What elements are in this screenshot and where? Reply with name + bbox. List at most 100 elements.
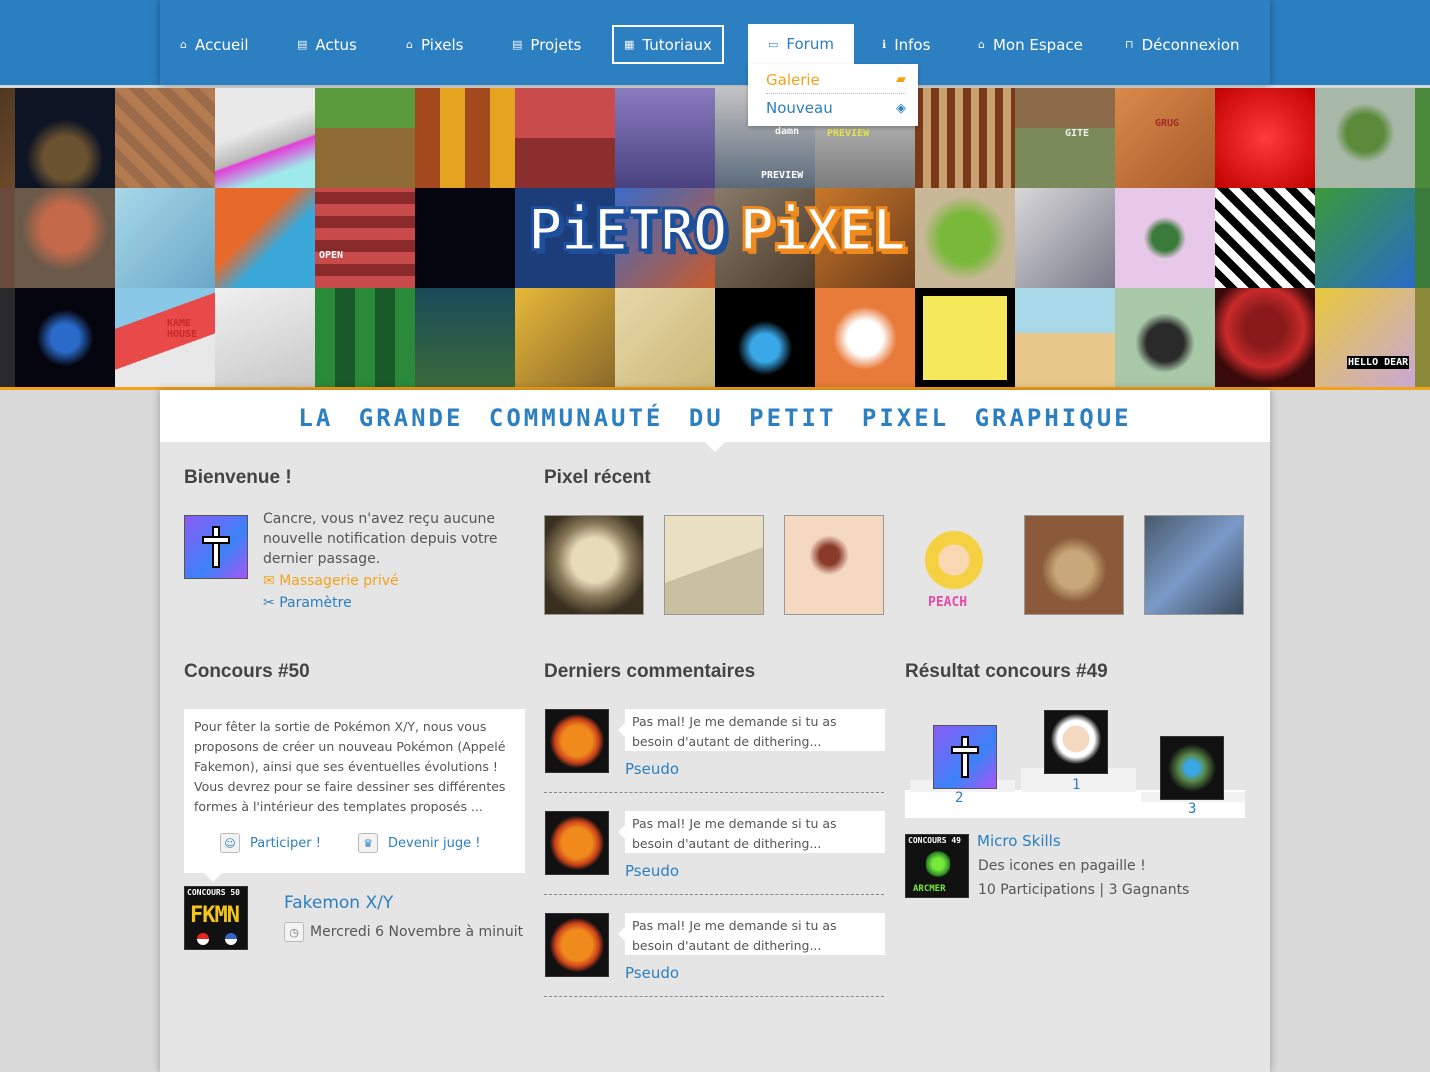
contest-name-link[interactable]: Fakemon X/Y — [284, 893, 393, 913]
winner-2-avatar[interactable] — [933, 725, 997, 789]
pixel-art-tile[interactable] — [1015, 288, 1115, 388]
nav-forum[interactable]: ▭ Forum — [748, 24, 854, 64]
nav-infos[interactable]: ℹ Infos — [882, 25, 930, 64]
pixel-art-tile[interactable] — [1215, 88, 1315, 188]
pixel-art-tile[interactable] — [615, 88, 715, 188]
pixel-art-tile[interactable] — [15, 288, 115, 388]
nav-label: Actus — [315, 35, 357, 54]
pixel-art-tile[interactable] — [0, 88, 15, 188]
link-label: Participer ! — [250, 835, 321, 851]
pixel-art-tile[interactable] — [1415, 188, 1430, 288]
tile-label: PREVIEW — [827, 128, 870, 139]
pixel-art-tile[interactable] — [215, 88, 315, 188]
pixel-art-tile[interactable] — [515, 288, 615, 388]
comment-avatar[interactable] — [545, 913, 609, 977]
pixel-art-tile[interactable] — [415, 288, 515, 388]
nav-projets[interactable]: ▤ Projets — [512, 25, 581, 64]
pixel-art-tile[interactable] — [15, 88, 115, 188]
result-stats: 10 Participations | 3 Gagnants — [978, 882, 1190, 898]
pixel-art-tile[interactable] — [215, 288, 315, 388]
dropdown-item-nouveau[interactable]: Nouveau ◈ — [766, 94, 906, 122]
badge-text: ARCMER — [913, 884, 946, 894]
clock-icon: ◷ — [284, 922, 304, 942]
pixel-art-tile[interactable] — [15, 188, 115, 288]
book-icon: ▦ — [624, 38, 635, 51]
nav-mon-espace[interactable]: ⌂ Mon Espace — [978, 25, 1083, 64]
nav-accueil[interactable]: ⌂ Accueil — [180, 25, 249, 64]
pixel-art-tile[interactable]: HELLO DEAR — [1315, 288, 1415, 388]
pixel-art-tile[interactable] — [315, 288, 415, 388]
badge-caption: CONCOURS 49 — [908, 836, 961, 845]
nav-label: Forum — [786, 35, 834, 53]
comment-author-link[interactable]: Pseudo — [625, 760, 679, 778]
winner-1-avatar[interactable] — [1044, 710, 1108, 774]
tile-label: GITE — [1065, 128, 1090, 139]
pixel-art-tile[interactable] — [0, 288, 15, 388]
result-contest-badge[interactable]: CONCOURS 49 ARCMER — [905, 834, 969, 898]
pixel-art-tile[interactable] — [915, 188, 1015, 288]
participate-link[interactable]: ☺ Participer ! — [220, 833, 321, 853]
pixel-art-tile[interactable] — [1315, 188, 1415, 288]
pixel-art-tile[interactable] — [1415, 288, 1430, 388]
recent-pixel-thumb[interactable]: PEACH — [904, 515, 1004, 615]
contest-badge[interactable]: CONCOURS 50 FKMN — [184, 886, 248, 950]
pixel-art-tile[interactable] — [815, 288, 915, 388]
pixel-art-tile[interactable]: KAME HOUSE — [115, 288, 215, 388]
comment-author-link[interactable]: Pseudo — [625, 862, 679, 880]
comment-divider — [544, 894, 884, 895]
pixel-art-tile[interactable] — [0, 188, 15, 288]
tile-label: HELLO DEAR — [1347, 356, 1410, 369]
logo-text-part1: PiETRO — [527, 195, 730, 266]
become-judge-link[interactable]: ♛ Devenir juge ! — [358, 833, 480, 853]
recent-pixel-thumb[interactable] — [544, 515, 644, 615]
comment-avatar[interactable] — [545, 811, 609, 875]
settings-link[interactable]: ✂ Paramètre — [263, 595, 352, 611]
pixel-art-tile[interactable] — [1115, 288, 1215, 388]
result-contest-link[interactable]: Micro Skills — [977, 832, 1061, 850]
comment-author-link[interactable]: Pseudo — [625, 964, 679, 982]
pietro-pixel-logo[interactable]: PiETRO PiXEL — [527, 195, 908, 266]
comment-avatar[interactable] — [545, 709, 609, 773]
recent-pixel-thumb[interactable] — [664, 515, 764, 615]
cross-icon — [202, 526, 230, 568]
nav-deconnexion[interactable]: ⊓ Déconnexion — [1125, 25, 1240, 64]
pixel-art-tile[interactable] — [415, 88, 515, 188]
pixel-art-tile[interactable]: GRUG — [1115, 88, 1215, 188]
winner-3-avatar[interactable] — [1160, 736, 1224, 800]
recent-pixel-thumb[interactable] — [1144, 515, 1244, 615]
avatar[interactable] — [184, 515, 248, 579]
nav-actus[interactable]: ▤ Actus — [297, 25, 357, 64]
nav-tutoriaux[interactable]: ▦ Tutoriaux — [612, 25, 724, 64]
pixel-art-tile[interactable] — [1315, 88, 1415, 188]
pixel-art-tile[interactable] — [915, 288, 1015, 388]
pixel-art-tile[interactable]: GITE — [1015, 88, 1115, 188]
place-number: 3 — [1188, 801, 1197, 817]
pixel-art-tile[interactable] — [1215, 288, 1315, 388]
pixel-art-tile[interactable] — [1115, 188, 1215, 288]
private-messaging-link[interactable]: ✉ Massagerie privé — [263, 573, 399, 589]
pokeball-icon — [225, 933, 237, 945]
welcome-message: Cancre, vous n'avez reçu aucune nouvelle… — [263, 511, 498, 567]
home-icon: ⌂ — [978, 38, 985, 51]
tile-label: GRUG — [1155, 118, 1180, 129]
recent-pixel-thumb[interactable] — [784, 515, 884, 615]
pixel-art-tile[interactable] — [1215, 188, 1315, 288]
pixel-art-mosaic: damn PREVIEW PREVIEW GITE GRUG OPEN KAME… — [0, 88, 1430, 388]
pixel-art-tile[interactable] — [515, 88, 615, 188]
pixel-art-tile[interactable] — [1415, 88, 1430, 188]
dropdown-item-galerie[interactable]: Galerie ▰ — [766, 66, 906, 94]
pixel-art-tile[interactable] — [615, 288, 715, 388]
pixel-art-tile[interactable] — [215, 188, 315, 288]
pixel-art-tile[interactable] — [1015, 188, 1115, 288]
pixel-art-tile[interactable] — [415, 188, 515, 288]
pixel-art-tile[interactable] — [915, 88, 1015, 188]
nav-pixels[interactable]: ⌂ Pixels — [406, 25, 464, 64]
pokeball-icon — [197, 933, 209, 945]
pixel-art-tile[interactable]: OPEN — [315, 188, 415, 288]
pixel-art-tile[interactable] — [715, 288, 815, 388]
recent-pixel-thumb[interactable] — [1024, 515, 1124, 615]
pixel-art-tile[interactable] — [115, 88, 215, 188]
pixel-art-tile[interactable] — [315, 88, 415, 188]
link-label: Massagerie privé — [279, 573, 399, 589]
pixel-art-tile[interactable] — [115, 188, 215, 288]
